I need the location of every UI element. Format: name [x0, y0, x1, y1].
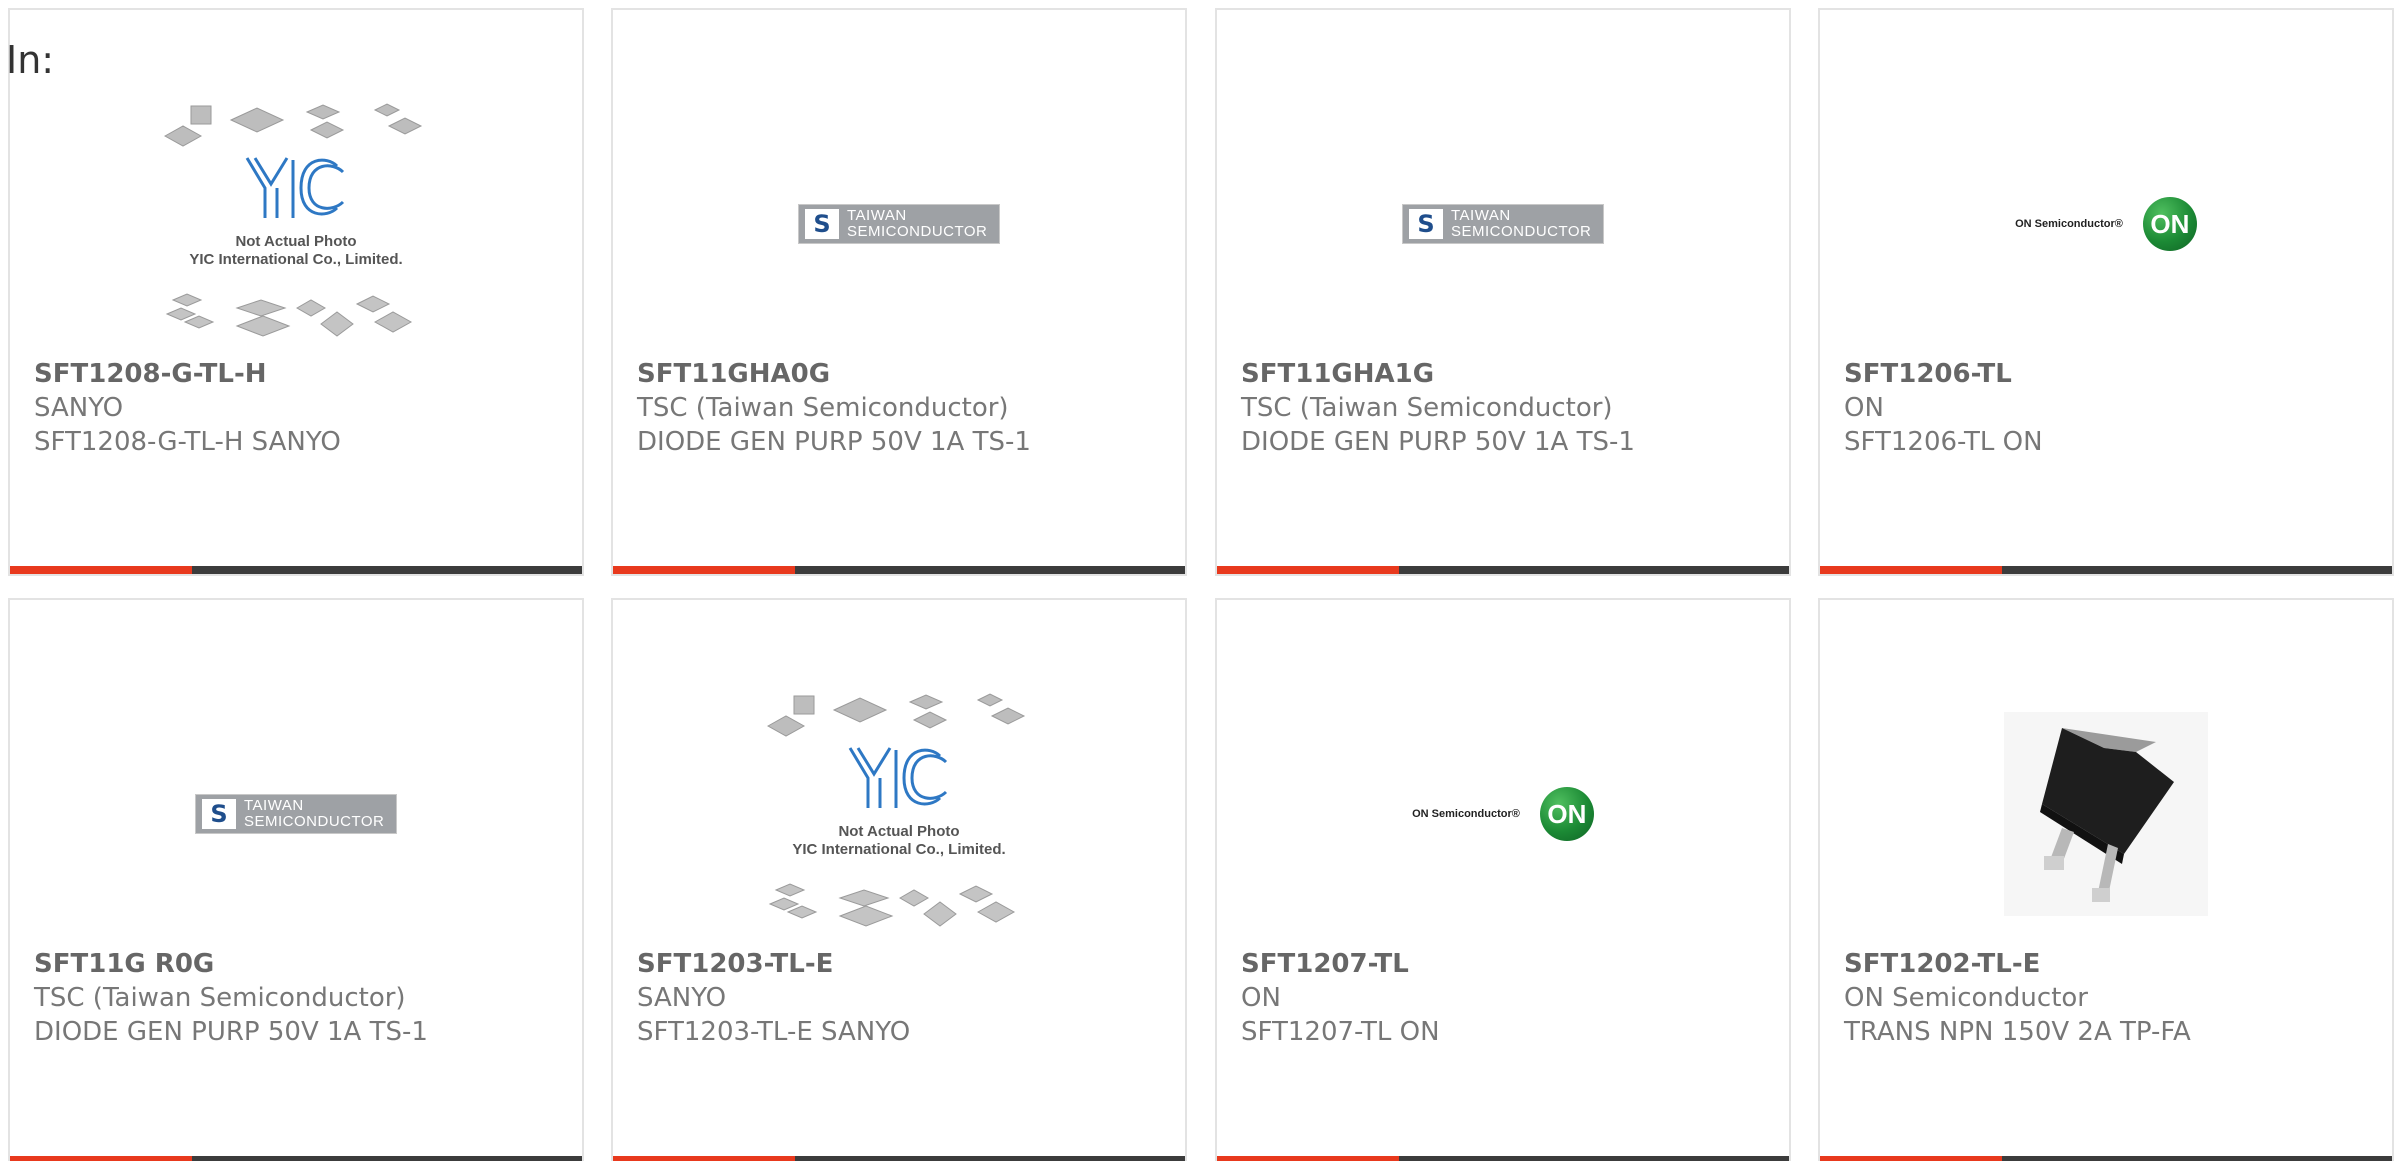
card-accent	[613, 566, 795, 574]
tsc-mark-icon: S	[1409, 209, 1443, 239]
product-image[interactable]: S TAIWAN SEMICONDUCTOR	[10, 684, 582, 944]
product-card[interactable]: S TAIWAN SEMICONDUCTOR SFT11GHA1G TSC (T…	[1215, 8, 1791, 576]
card-bottom-bar	[613, 566, 1185, 574]
part-number[interactable]: SFT1207-TL	[1241, 947, 1409, 981]
description: DIODE GEN PURP 50V 1A TS-1	[1241, 427, 1635, 457]
manufacturer: SANYO	[637, 983, 727, 1013]
filter-label: In:	[6, 38, 55, 82]
product-card[interactable]: ON Semiconductor® ON SFT1207-TL ON SFT12…	[1215, 598, 1791, 1161]
description: SFT1208-G-TL-H SANYO	[34, 427, 341, 457]
card-accent	[1217, 566, 1399, 574]
manufacturer: ON Semiconductor	[1844, 983, 2088, 1013]
taiwan-semiconductor-logo: S TAIWAN SEMICONDUCTOR	[195, 794, 397, 834]
description: TRANS NPN 150V 2A TP-FA	[1844, 1017, 2191, 1047]
description: DIODE GEN PURP 50V 1A TS-1	[34, 1017, 428, 1047]
description: SFT1203-TL-E SANYO	[637, 1017, 911, 1047]
product-image[interactable]: ON Semiconductor® ON	[1820, 94, 2392, 354]
product-image[interactable]: ON Semiconductor® ON	[1217, 684, 1789, 944]
on-logo-icon: ON	[1539, 787, 1594, 841]
card-accent	[1820, 566, 2002, 574]
product-image[interactable]: Not Actual Photo YIC International Co., …	[613, 684, 1185, 944]
product-image[interactable]	[1820, 684, 2392, 944]
on-semiconductor-logo: ON Semiconductor® ON	[1412, 787, 1594, 841]
description: SFT1207-TL ON	[1241, 1017, 1440, 1047]
manufacturer: ON	[1844, 393, 1884, 423]
card-bottom-bar	[613, 1156, 1185, 1161]
description: SFT1206-TL ON	[1844, 427, 2043, 457]
on-semiconductor-logo: ON Semiconductor® ON	[2015, 197, 2197, 251]
card-accent	[1217, 1156, 1399, 1161]
product-image[interactable]: Not Actual Photo YIC International Co., …	[10, 94, 582, 354]
product-card[interactable]: S TAIWAN SEMICONDUCTOR SFT11G R0G TSC (T…	[8, 598, 584, 1161]
description: DIODE GEN PURP 50V 1A TS-1	[637, 427, 1031, 457]
product-grid-page: In: Not Actual Photo YIC International C…	[0, 0, 2400, 1161]
yic-placeholder-image: Not Actual Photo YIC International Co., …	[764, 690, 1034, 938]
card-bottom-bar	[1820, 1156, 2392, 1161]
card-accent	[10, 1156, 192, 1161]
yic-caption: Not Actual Photo YIC International Co., …	[189, 233, 403, 268]
to-252-package-photo	[2004, 712, 2208, 916]
part-number[interactable]: SFT1202-TL-E	[1844, 947, 2040, 981]
card-bottom-bar	[1217, 1156, 1789, 1161]
card-bottom-bar	[10, 1156, 582, 1161]
tsc-mark-icon: S	[202, 799, 236, 829]
manufacturer: TSC (Taiwan Semiconductor)	[637, 393, 1009, 423]
part-number[interactable]: SFT11GHA0G	[637, 357, 830, 391]
manufacturer: TSC (Taiwan Semiconductor)	[1241, 393, 1613, 423]
product-card[interactable]: Not Actual Photo YIC International Co., …	[611, 598, 1187, 1161]
card-bottom-bar	[1820, 566, 2392, 574]
product-image[interactable]: S TAIWAN SEMICONDUCTOR	[1217, 94, 1789, 354]
part-number[interactable]: SFT1206-TL	[1844, 357, 2012, 391]
product-image[interactable]: S TAIWAN SEMICONDUCTOR	[613, 94, 1185, 354]
card-accent	[613, 1156, 795, 1161]
yic-caption: Not Actual Photo YIC International Co., …	[792, 823, 1006, 858]
on-logo-icon: ON	[2142, 197, 2197, 251]
part-number[interactable]: SFT11GHA1G	[1241, 357, 1434, 391]
manufacturer: SANYO	[34, 393, 124, 423]
yic-placeholder-image: Not Actual Photo YIC International Co., …	[161, 100, 431, 348]
manufacturer: ON	[1241, 983, 1281, 1013]
taiwan-semiconductor-logo: S TAIWAN SEMICONDUCTOR	[1402, 204, 1604, 244]
card-accent	[1820, 1156, 2002, 1161]
taiwan-semiconductor-logo: S TAIWAN SEMICONDUCTOR	[798, 204, 1000, 244]
card-accent	[10, 566, 192, 574]
card-bottom-bar	[1217, 566, 1789, 574]
product-card[interactable]: Not Actual Photo YIC International Co., …	[8, 8, 584, 576]
product-card[interactable]: S TAIWAN SEMICONDUCTOR SFT11GHA0G TSC (T…	[611, 8, 1187, 576]
product-card[interactable]: SFT1202-TL-E ON Semiconductor TRANS NPN …	[1818, 598, 2394, 1161]
part-number[interactable]: SFT11G R0G	[34, 947, 214, 981]
part-number[interactable]: SFT1203-TL-E	[637, 947, 833, 981]
part-number[interactable]: SFT1208-G-TL-H	[34, 357, 267, 391]
manufacturer: TSC (Taiwan Semiconductor)	[34, 983, 406, 1013]
product-card[interactable]: ON Semiconductor® ON SFT1206-TL ON SFT12…	[1818, 8, 2394, 576]
tsc-mark-icon: S	[805, 209, 839, 239]
card-bottom-bar	[10, 566, 582, 574]
